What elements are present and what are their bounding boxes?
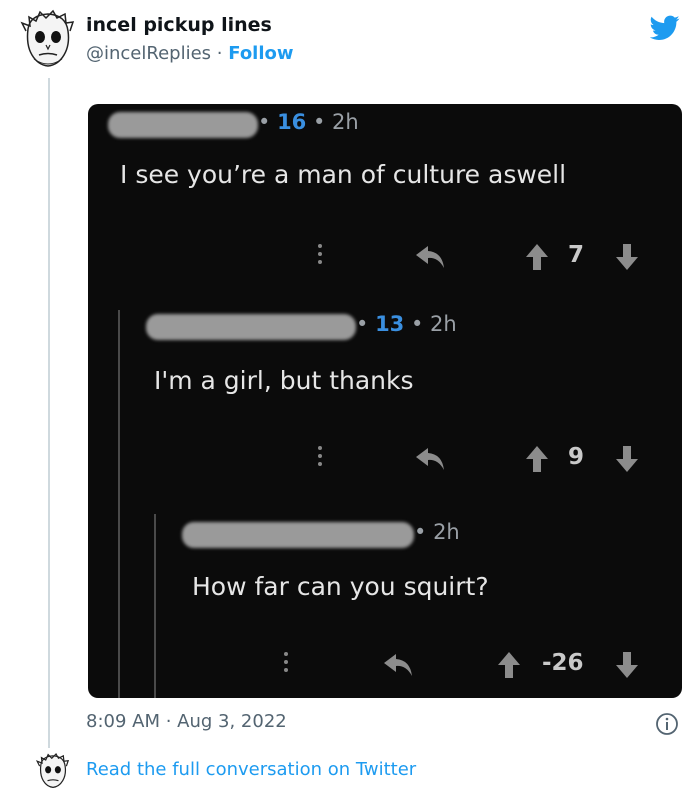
comment-score: 16 bbox=[277, 110, 307, 134]
more-dots-icon[interactable] bbox=[318, 244, 323, 268]
more-dots-icon[interactable] bbox=[318, 446, 323, 470]
more-dots-icon[interactable] bbox=[284, 652, 289, 676]
info-icon[interactable] bbox=[655, 712, 679, 736]
redacted-username bbox=[146, 314, 356, 340]
thread-line bbox=[48, 78, 50, 748]
embedded-screenshot: • 16 • 2h I see you’re a man of culture … bbox=[88, 104, 682, 698]
follow-button[interactable]: Follow bbox=[228, 43, 293, 64]
redacted-username bbox=[108, 112, 258, 138]
vote-count: 7 bbox=[568, 242, 585, 268]
comment-age: 2h bbox=[332, 110, 359, 134]
upvote-arrow-icon[interactable] bbox=[496, 650, 522, 680]
downvote-arrow-icon[interactable] bbox=[614, 242, 640, 272]
comment-text: How far can you squirt? bbox=[192, 572, 489, 601]
handle[interactable]: @incelReplies bbox=[86, 43, 211, 64]
downvote-arrow-icon[interactable] bbox=[614, 650, 640, 680]
upvote-arrow-icon[interactable] bbox=[524, 242, 550, 272]
upvote-arrow-icon[interactable] bbox=[524, 444, 550, 474]
read-full-conversation-link[interactable]: Read the full conversation on Twitter bbox=[86, 759, 416, 780]
vote-count: -26 bbox=[542, 650, 584, 676]
avatar-small bbox=[36, 752, 70, 790]
reply-arrow-icon[interactable] bbox=[414, 446, 446, 472]
tweet-timestamp[interactable]: 8:09 AM · Aug 3, 2022 bbox=[86, 711, 287, 732]
avatar[interactable] bbox=[20, 9, 76, 69]
comment-text: I'm a girl, but thanks bbox=[154, 366, 414, 395]
handle-row: @incelReplies · Follow bbox=[86, 43, 294, 64]
comment-meta: • 16 • 2h bbox=[258, 110, 359, 134]
comment-meta: • 2h bbox=[414, 520, 460, 544]
comment-age: 2h bbox=[433, 520, 460, 544]
comment-text: I see you’re a man of culture aswell bbox=[120, 160, 567, 189]
display-name[interactable]: incel pickup lines bbox=[86, 14, 272, 36]
vote-count: 9 bbox=[568, 444, 585, 470]
downvote-arrow-icon[interactable] bbox=[614, 444, 640, 474]
comment-meta: • 13 • 2h bbox=[356, 312, 457, 336]
thread-indent-line bbox=[154, 514, 156, 698]
twitter-bird-icon[interactable] bbox=[650, 14, 680, 42]
comment-age: 2h bbox=[430, 312, 457, 336]
redacted-username bbox=[182, 522, 414, 548]
thread-indent-line bbox=[118, 310, 120, 698]
reply-arrow-icon[interactable] bbox=[414, 244, 446, 270]
comment-score: 13 bbox=[375, 312, 405, 336]
separator: · bbox=[216, 43, 223, 64]
reply-arrow-icon[interactable] bbox=[382, 652, 414, 678]
